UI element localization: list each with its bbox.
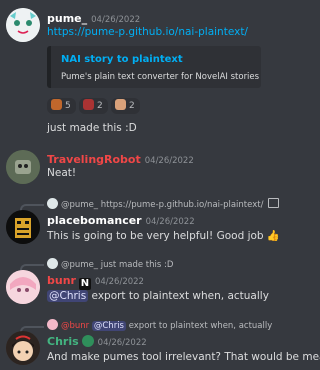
emoji-thumb-icon	[51, 99, 62, 110]
username[interactable]: placebomancer 04/26/2022	[47, 214, 195, 227]
user-mention[interactable]: @Chris	[47, 290, 89, 302]
reply-mention[interactable]: @Chris	[91, 321, 126, 331]
reply-author[interactable]: @pume_	[61, 260, 98, 270]
reply-preview[interactable]: @pume_ just made this :D	[47, 258, 173, 270]
message-body: export to plaintext when, actually	[88, 290, 269, 302]
avatar[interactable]	[6, 210, 40, 244]
avatar[interactable]	[6, 8, 40, 42]
reply-text: export to plaintext when, actually	[128, 321, 273, 331]
timestamp: 04/26/2022	[144, 156, 194, 166]
username-text[interactable]: pume_	[47, 12, 87, 25]
embed-description: Pume's plain text converter for NovelAI …	[61, 72, 260, 82]
avatar[interactable]	[6, 270, 40, 304]
timestamp: 04/26/2022	[91, 15, 141, 25]
username-text[interactable]: TravelingRobot	[47, 153, 141, 166]
reply-author[interactable]: @bunr	[61, 321, 89, 331]
message-text: And make pumes tool irrelevant? That wou…	[47, 351, 320, 363]
username[interactable]: bunr N 04/26/2022	[47, 274, 144, 290]
link-embed: NAI story to plaintext Pume's plain text…	[47, 46, 261, 88]
timestamp: 04/26/2022	[94, 277, 144, 287]
reaction[interactable]: 2	[111, 98, 140, 114]
reply-avatar	[47, 198, 58, 209]
reaction[interactable]: 2	[79, 98, 108, 114]
username[interactable]: pume_ 04/26/2022	[47, 12, 140, 25]
timestamp: 04/26/2022	[97, 338, 147, 348]
emoji-face2-icon	[115, 99, 126, 110]
reply-avatar	[47, 258, 58, 269]
novelai-badge-icon: N	[78, 278, 91, 290]
reaction[interactable]: 5	[47, 98, 76, 114]
emoji-face-icon	[83, 99, 94, 110]
image-icon	[268, 198, 280, 208]
reply-text: just made this :D	[100, 260, 174, 270]
message-link[interactable]: https://pume-p.github.io/nai-plaintext/	[47, 26, 248, 38]
message-text: just made this :D	[47, 122, 137, 134]
leaf-badge-icon	[81, 335, 94, 347]
username-text[interactable]: Chris	[47, 335, 79, 348]
reply-author[interactable]: @pume_	[61, 200, 98, 210]
username[interactable]: TravelingRobot 04/26/2022	[47, 153, 194, 166]
username[interactable]: Chris 04/26/2022	[47, 335, 147, 348]
message-text: This is going to be very helpful! Good j…	[47, 230, 280, 242]
avatar[interactable]	[6, 150, 40, 184]
username-text[interactable]: placebomancer	[47, 214, 142, 227]
reply-preview[interactable]: @pume_ https://pume-p.github.io/nai-plai…	[47, 198, 280, 210]
reply-avatar	[47, 319, 58, 330]
reaction-count: 2	[129, 101, 135, 111]
message-text: @Chris export to plaintext when, actuall…	[47, 290, 269, 302]
reply-text: https://pume-p.github.io/nai-plaintext/	[100, 200, 264, 210]
avatar[interactable]	[6, 331, 40, 365]
message-text: Neat!	[47, 167, 77, 179]
reaction-count: 2	[97, 101, 103, 111]
timestamp: 04/26/2022	[145, 217, 195, 227]
username-text[interactable]: bunr	[47, 274, 76, 287]
embed-title[interactable]: NAI story to plaintext	[61, 54, 183, 65]
reply-preview[interactable]: @bunr @Chris export to plaintext when, a…	[47, 319, 272, 331]
reaction-count: 5	[65, 101, 71, 111]
